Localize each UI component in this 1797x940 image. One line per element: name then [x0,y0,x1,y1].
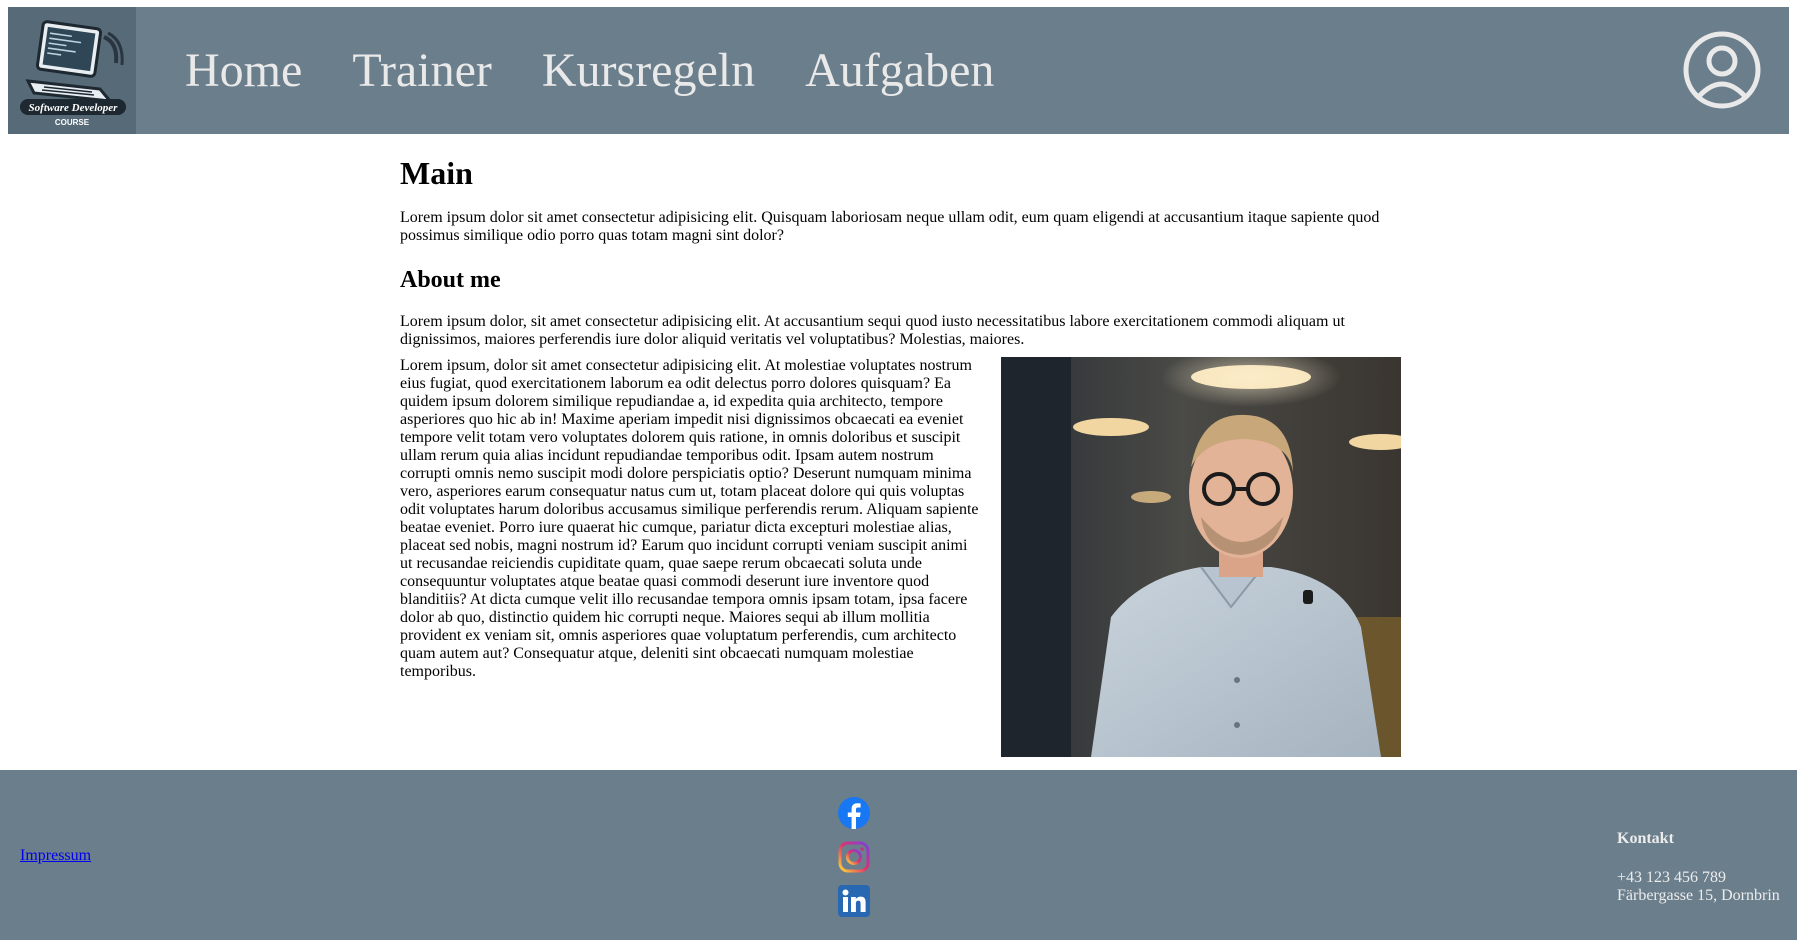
about-intro-paragraph: Lorem ipsum dolor, sit amet consectetur … [400,312,1345,348]
facebook-icon[interactable] [838,797,870,829]
about-section: Lorem ipsum, dolor sit amet consectetur … [400,356,1401,757]
laptop-logo-icon: Software Developer COURSE [8,7,136,134]
logo-title: Software Developer [29,102,119,114]
contact-title: Kontakt [1617,830,1674,847]
nav-kursregeln[interactable]: Kursregeln [542,46,755,95]
page-title: Main [400,155,473,191]
contact-block: Kontakt +43 123 456 789 Färbergasse 15, … [1617,830,1780,905]
profile-button[interactable] [1681,29,1763,111]
site-header: Software Developer COURSE Home Trainer K… [8,7,1789,134]
trainer-photo [1001,356,1401,757]
user-circle-icon [1683,31,1761,109]
nav-home[interactable]: Home [185,46,302,95]
site-footer: Impressum Kontakt +43 123 456 789 Färber… [0,770,1797,940]
impressum-link[interactable]: Impressum [20,847,91,865]
contact-phone: +43 123 456 789 [1617,869,1727,886]
social-links [838,797,872,929]
main-nav: Home Trainer Kursregeln Aufgaben [185,7,1044,134]
logo-subtitle: COURSE [55,118,90,127]
linkedin-icon[interactable] [838,885,870,917]
intro-paragraph: Lorem ipsum dolor sit amet consectetur a… [400,209,1380,245]
main-content: Main Lorem ipsum dolor sit amet consecte… [400,134,1401,770]
contact-address: Färbergasse 15, Dornbrin [1617,887,1780,904]
logo[interactable]: Software Developer COURSE [8,7,136,134]
about-paragraph: Lorem ipsum, dolor sit amet consectetur … [400,356,979,680]
instagram-icon[interactable] [838,841,870,873]
nav-trainer[interactable]: Trainer [352,46,492,95]
about-heading: About me [400,267,501,294]
nav-aufgaben[interactable]: Aufgaben [805,46,994,95]
